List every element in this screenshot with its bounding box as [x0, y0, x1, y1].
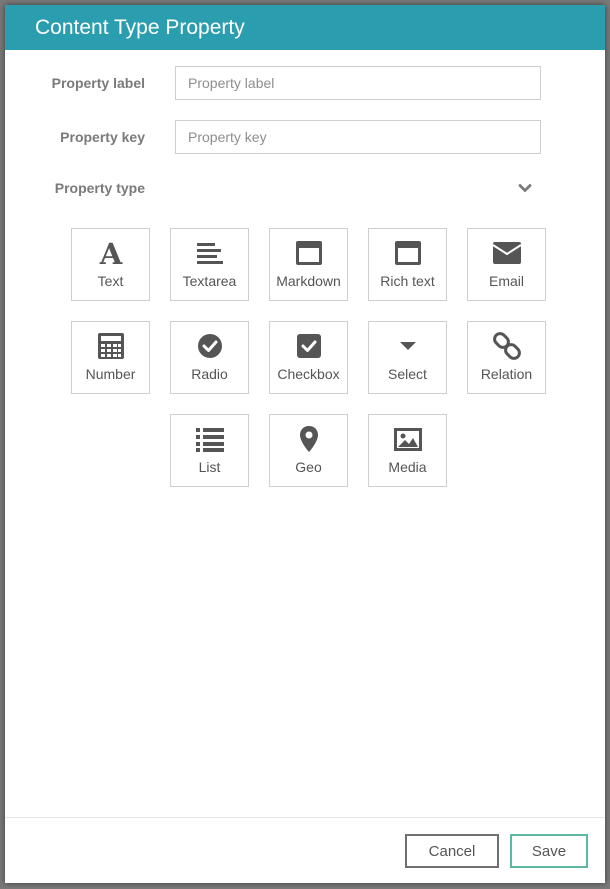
type-tile-email[interactable]: Email — [467, 228, 546, 301]
caret-down-icon — [369, 332, 446, 360]
type-tile-label: Relation — [480, 366, 533, 382]
image-icon — [369, 425, 446, 453]
type-tile-label: Number — [85, 366, 136, 382]
type-tile-label: Media — [388, 459, 427, 475]
property-type-label: Property type — [54, 180, 145, 196]
list-icon — [171, 425, 248, 453]
type-tile-list[interactable]: List — [170, 414, 249, 487]
text-icon: A — [72, 239, 149, 267]
footer-divider — [5, 817, 605, 818]
type-tile-label: Email — [488, 273, 524, 289]
type-tile-media[interactable]: Media — [368, 414, 447, 487]
type-tile-label: Checkbox — [277, 366, 340, 382]
type-tile-textarea[interactable]: Textarea — [170, 228, 249, 301]
type-tile-label: Markdown — [276, 273, 341, 289]
type-tile-select[interactable]: Select — [368, 321, 447, 394]
type-tile-label: Radio — [191, 366, 228, 382]
property-key-input[interactable] — [175, 120, 541, 154]
type-tile-radio[interactable]: Radio — [170, 321, 249, 394]
type-tile-label: List — [198, 459, 221, 475]
type-tile-geo[interactable]: Geo — [269, 414, 348, 487]
property-label-label: Property label — [51, 75, 145, 91]
cancel-button[interactable]: Cancel — [405, 834, 499, 868]
type-tile-label: Rich text — [380, 273, 435, 289]
type-tile-label: Geo — [295, 459, 322, 475]
type-tile-label: Text — [97, 273, 124, 289]
chevron-down-icon[interactable] — [516, 179, 534, 197]
envelope-icon — [468, 239, 545, 267]
property-label-input[interactable] — [175, 66, 541, 100]
property-key-row: Property key — [5, 120, 605, 154]
markdown-icon — [270, 239, 347, 267]
type-tile-number[interactable]: Number — [71, 321, 150, 394]
type-tile-label: Textarea — [182, 273, 237, 289]
type-tile-text[interactable]: A Text — [71, 228, 150, 301]
dialog-title: Content Type Property — [5, 5, 605, 50]
content-type-property-dialog: Content Type Property Property label Pro… — [5, 5, 605, 883]
property-type-row: Property type — [5, 175, 605, 201]
checkbox-icon — [270, 332, 347, 360]
type-tile-label: Select — [388, 366, 427, 382]
type-tile-relation[interactable]: Relation — [467, 321, 546, 394]
type-tile-rich-text[interactable]: Rich text — [368, 228, 447, 301]
textarea-icon — [171, 239, 248, 267]
map-marker-icon — [270, 425, 347, 453]
property-key-label: Property key — [60, 129, 145, 145]
link-icon — [468, 332, 545, 360]
svg-text:A: A — [98, 239, 122, 267]
type-tile-markdown[interactable]: Markdown — [269, 228, 348, 301]
save-button[interactable]: Save — [510, 834, 588, 868]
rich-text-icon — [369, 239, 446, 267]
property-label-row: Property label — [5, 66, 605, 100]
type-tile-checkbox[interactable]: Checkbox — [269, 321, 348, 394]
radio-check-icon — [171, 332, 248, 360]
calculator-icon — [72, 332, 149, 360]
